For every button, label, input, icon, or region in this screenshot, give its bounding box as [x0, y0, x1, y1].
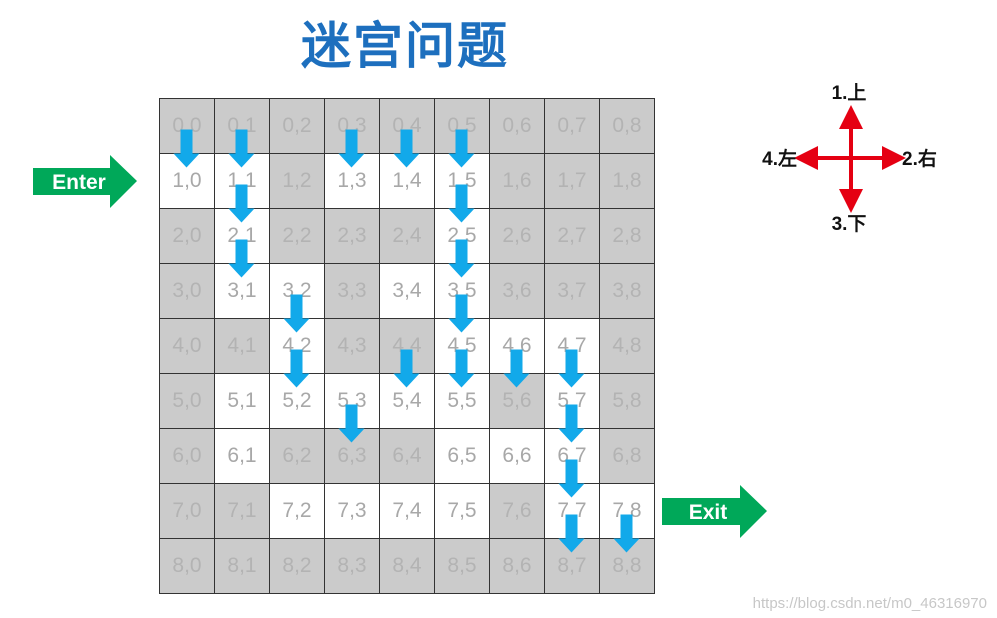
maze-cell-7-1: 7,1 [215, 484, 270, 539]
maze-cell-6-4: 6,4 [380, 429, 435, 484]
maze-cell-2-3: 2,3 [325, 209, 380, 264]
maze-cell-5-3: 5,3 [325, 374, 380, 429]
direction-left-label: 4.左 [762, 147, 797, 170]
maze-cell-6-0: 6,0 [160, 429, 215, 484]
maze-cell-5-7: 5,7 [545, 374, 600, 429]
maze-cell-2-7: 2,7 [545, 209, 600, 264]
maze-cell-5-8: 5,8 [600, 374, 655, 429]
maze-cell-1-2: 1,2 [270, 154, 325, 209]
maze-cell-5-5: 5,5 [435, 374, 490, 429]
maze-cell-8-0: 8,0 [160, 539, 215, 594]
maze-cell-6-8: 6,8 [600, 429, 655, 484]
maze-cell-7-2: 7,2 [270, 484, 325, 539]
maze-cell-8-2: 8,2 [270, 539, 325, 594]
maze-cell-2-2: 2,2 [270, 209, 325, 264]
maze-cell-1-5: 1,5 [435, 154, 490, 209]
maze-cell-3-1: 3,1 [215, 264, 270, 319]
maze-cell-6-7: 6,7 [545, 429, 600, 484]
watermark: https://blog.csdn.net/m0_46316970 [752, 595, 987, 612]
maze-cell-8-7: 8,7 [545, 539, 600, 594]
maze-cell-2-4: 2,4 [380, 209, 435, 264]
maze-cell-3-8: 3,8 [600, 264, 655, 319]
maze-cell-8-6: 8,6 [490, 539, 545, 594]
maze-cell-4-5: 4,5 [435, 319, 490, 374]
maze-cell-2-5: 2,5 [435, 209, 490, 264]
maze-cell-6-2: 6,2 [270, 429, 325, 484]
exit-label: Exit [689, 501, 728, 524]
maze-cell-1-0: 1,0 [160, 154, 215, 209]
maze-cell-0-1: 0,1 [215, 99, 270, 154]
page-title: 迷宫问题 [301, 17, 509, 75]
maze-cell-8-5: 8,5 [435, 539, 490, 594]
maze-cell-8-1: 8,1 [215, 539, 270, 594]
enter-label: Enter [52, 171, 106, 194]
maze-cell-7-7: 7,7 [545, 484, 600, 539]
maze-cell-2-0: 2,0 [160, 209, 215, 264]
direction-right-label: 2.右 [902, 147, 937, 170]
maze-cell-4-0: 4,0 [160, 319, 215, 374]
maze-cell-1-1: 1,1 [215, 154, 270, 209]
maze-cell-5-2: 5,2 [270, 374, 325, 429]
maze-cell-3-6: 3,6 [490, 264, 545, 319]
maze-cell-5-4: 5,4 [380, 374, 435, 429]
maze-cell-7-0: 7,0 [160, 484, 215, 539]
maze-cell-0-5: 0,5 [435, 99, 490, 154]
maze-cell-4-7: 4,7 [545, 319, 600, 374]
maze-cell-1-8: 1,8 [600, 154, 655, 209]
maze-cell-0-4: 0,4 [380, 99, 435, 154]
direction-legend: 1.上 2.右 3.下 4.左 [762, 82, 937, 235]
maze-cell-6-3: 6,3 [325, 429, 380, 484]
maze-cell-8-8: 8,8 [600, 539, 655, 594]
maze-cell-7-3: 7,3 [325, 484, 380, 539]
maze-cell-4-8: 4,8 [600, 319, 655, 374]
direction-down-label: 3.下 [832, 214, 867, 235]
maze-cell-3-4: 3,4 [380, 264, 435, 319]
maze-cell-7-8: 7,8 [600, 484, 655, 539]
maze-cell-7-4: 7,4 [380, 484, 435, 539]
maze-cell-3-0: 3,0 [160, 264, 215, 319]
maze-cell-4-4: 4,4 [380, 319, 435, 374]
maze-cell-2-6: 2,6 [490, 209, 545, 264]
maze-cell-4-1: 4,1 [215, 319, 270, 374]
maze-cell-1-7: 1,7 [545, 154, 600, 209]
direction-up-label: 1.上 [832, 82, 867, 104]
maze-cell-0-8: 0,8 [600, 99, 655, 154]
maze-cell-2-8: 2,8 [600, 209, 655, 264]
maze-cell-0-3: 0,3 [325, 99, 380, 154]
maze-cell-5-0: 5,0 [160, 374, 215, 429]
maze-cell-1-6: 1,6 [490, 154, 545, 209]
maze-grid: 0,0 0,1 0,2 0,3 0,4 0,5 0,6 0,7 0,8 1,0 1,1 1,2 1,3 1… [159, 98, 655, 594]
maze-cell-8-3: 8,3 [325, 539, 380, 594]
maze-cell-7-6: 7,6 [490, 484, 545, 539]
maze-cell-5-6: 5,6 [490, 374, 545, 429]
maze-cell-0-2: 0,2 [270, 99, 325, 154]
maze-cell-6-1: 6,1 [215, 429, 270, 484]
maze-cell-4-2: 4,2 [270, 319, 325, 374]
maze-cell-3-2: 3,2 [270, 264, 325, 319]
maze-cell-1-3: 1,3 [325, 154, 380, 209]
maze-cell-0-7: 0,7 [545, 99, 600, 154]
maze-cell-0-6: 0,6 [490, 99, 545, 154]
maze-cell-7-5: 7,5 [435, 484, 490, 539]
maze-cell-6-6: 6,6 [490, 429, 545, 484]
maze-cell-0-0: 0,0 [160, 99, 215, 154]
maze-cell-4-6: 4,6 [490, 319, 545, 374]
enter-arrow: Enter [33, 155, 137, 208]
maze-cell-3-7: 3,7 [545, 264, 600, 319]
maze-cell-6-5: 6,5 [435, 429, 490, 484]
maze-cell-1-4: 1,4 [380, 154, 435, 209]
maze-cell-3-5: 3,5 [435, 264, 490, 319]
maze-cell-2-1: 2,1 [215, 209, 270, 264]
exit-arrow: Exit [662, 485, 767, 538]
maze-cell-8-4: 8,4 [380, 539, 435, 594]
maze-cell-3-3: 3,3 [325, 264, 380, 319]
maze-cell-4-3: 4,3 [325, 319, 380, 374]
maze-cell-5-1: 5,1 [215, 374, 270, 429]
